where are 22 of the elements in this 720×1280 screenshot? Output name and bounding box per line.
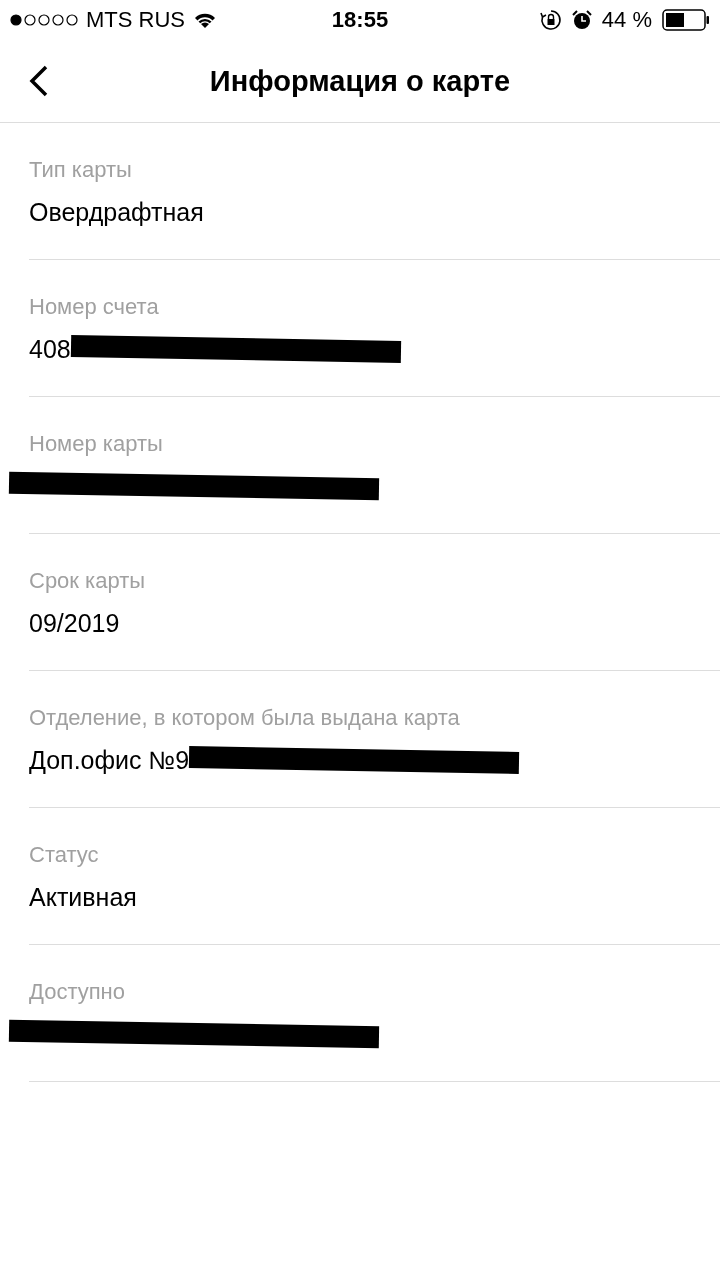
alarm-icon (571, 10, 592, 30)
screen-title: Информация о карте (208, 64, 512, 98)
field-value: Овердрафтная (29, 197, 204, 227)
wifi-icon (193, 11, 217, 29)
field-value: Активная (29, 882, 137, 912)
field-label: Номер карты (29, 431, 164, 457)
field-label: Тип карты (29, 157, 133, 183)
field-value: 09/2019 (29, 608, 120, 638)
battery-percent: 44 % (601, 7, 652, 33)
clock-time: 18:55 (331, 7, 389, 33)
rotation-lock-icon (539, 9, 562, 31)
back-icon (28, 64, 50, 98)
field-label: Статус (29, 842, 100, 868)
carrier-name: MTS RUS (86, 7, 185, 33)
field-value: 408 (29, 334, 71, 364)
field-label: Номер счета (29, 294, 160, 320)
field-label: Срок карты (29, 568, 147, 594)
battery-icon (662, 9, 710, 31)
field-value: Доп.офис №9 (29, 745, 190, 775)
field-label: Отделение, в котором была выдана карта (29, 705, 461, 731)
signal-icon (10, 12, 78, 28)
field-label: Доступно (29, 979, 126, 1005)
